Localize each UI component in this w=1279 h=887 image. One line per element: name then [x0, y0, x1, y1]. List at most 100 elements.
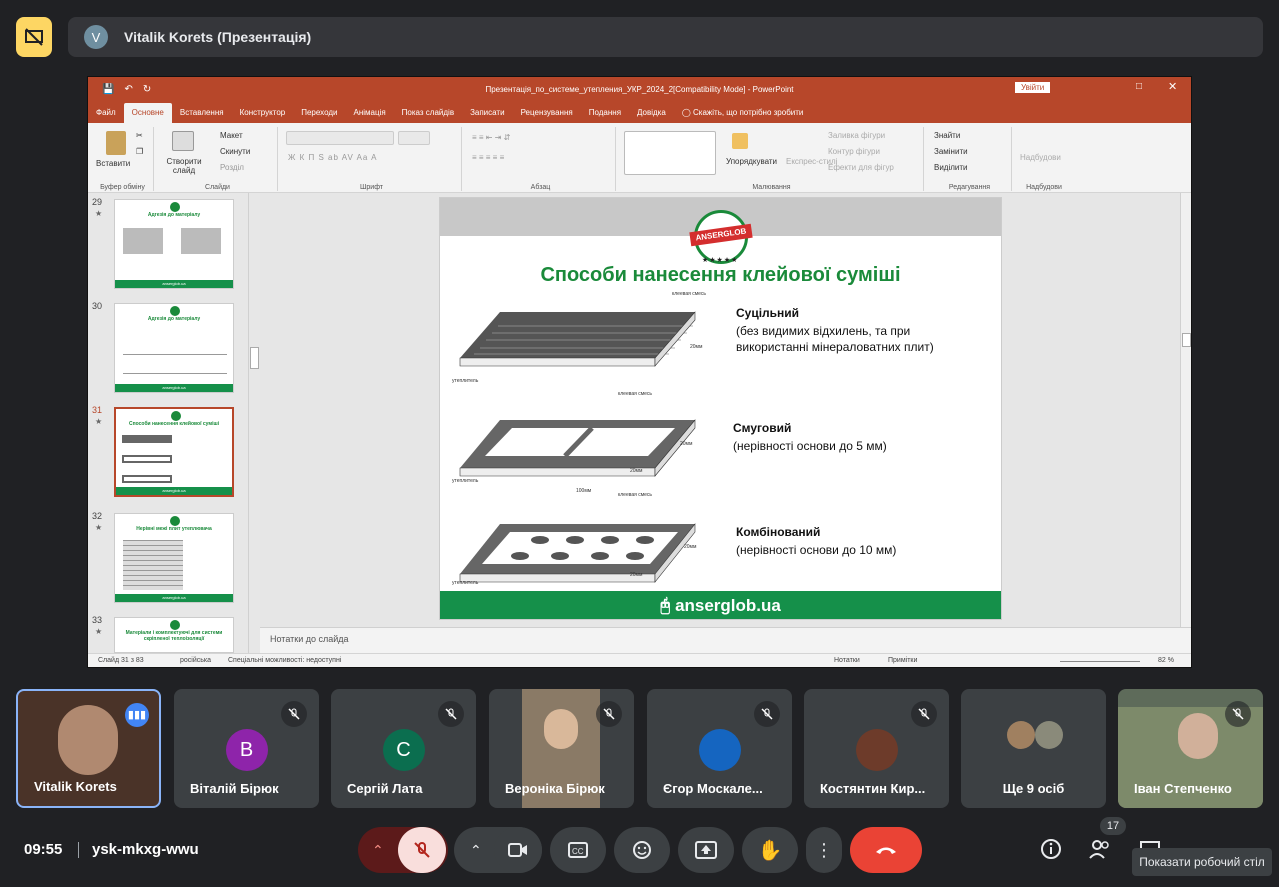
- tell-me-search[interactable]: ◯ Скажіть, що потрібно зробити: [674, 103, 812, 123]
- font-format-buttons[interactable]: Ж К П S ab AV Aa A: [288, 153, 377, 162]
- slide-thumbnail-selected[interactable]: Способи нанесення клейової суміші anserg…: [114, 407, 234, 497]
- copy-icon[interactable]: ❐: [136, 147, 143, 156]
- participant-avatar-photo: [855, 729, 898, 771]
- hand-icon: ✋: [757, 839, 783, 862]
- logo-icon: [170, 202, 180, 212]
- tab-animations[interactable]: Анімація: [345, 103, 393, 123]
- presenter-name: Vitalik Korets (Презентація): [124, 29, 312, 45]
- slides-label: Слайди: [205, 184, 230, 191]
- tab-file[interactable]: Файл: [88, 103, 124, 123]
- mic-toggle-button[interactable]: [398, 827, 446, 873]
- close-icon[interactable]: ✕: [1168, 80, 1177, 93]
- reset-button[interactable]: Скинути: [220, 147, 250, 156]
- thumb-title: Нерівні межі плит утеплювача: [136, 526, 212, 532]
- font-name-select[interactable]: [286, 131, 394, 145]
- participant-tile[interactable]: Костянтин Кир...: [804, 689, 949, 808]
- presentation-toggle-button[interactable]: [16, 17, 52, 57]
- accessibility-status[interactable]: Спеціальні можливості: недоступні: [228, 657, 341, 664]
- slide-scrollbar[interactable]: [1180, 193, 1191, 627]
- present-screen-button[interactable]: [678, 827, 734, 873]
- thumb-diagram: [122, 435, 172, 443]
- meeting-info-button[interactable]: [1040, 838, 1062, 865]
- thumb-number: 30: [92, 301, 103, 311]
- slide-thumbnail[interactable]: Матеріали і комплектуючі для системи скр…: [114, 617, 234, 653]
- zoom-slider[interactable]: [1060, 661, 1140, 662]
- tab-design[interactable]: Конструктор: [232, 103, 294, 123]
- participant-tile[interactable]: С Сергій Лата: [331, 689, 476, 808]
- tab-transitions[interactable]: Переходи: [293, 103, 345, 123]
- layout-button[interactable]: Макет: [220, 131, 243, 140]
- scrollbar-thumb[interactable]: [1182, 333, 1191, 347]
- reactions-button[interactable]: [614, 827, 670, 873]
- slide-thumbnail[interactable]: Адгезія до матеріалу anserglob.ua: [114, 199, 234, 289]
- more-vert-icon: ⋮: [815, 839, 833, 860]
- align-icon[interactable]: ≡ ≡ ≡ ≡ ≡: [472, 153, 504, 162]
- maximize-icon[interactable]: □: [1136, 81, 1142, 92]
- thumb-diagram: [122, 455, 172, 463]
- tab-record[interactable]: Записати: [462, 103, 513, 123]
- cut-icon[interactable]: ✂: [136, 131, 143, 140]
- more-participants-tile[interactable]: Ще 9 осіб: [961, 689, 1106, 808]
- thumb-image: [123, 228, 163, 254]
- more-options-button[interactable]: ⋮: [806, 827, 842, 873]
- tab-insert[interactable]: Вставлення: [172, 103, 232, 123]
- tab-home[interactable]: Основне: [123, 103, 172, 123]
- tab-view[interactable]: Подання: [581, 103, 629, 123]
- thumb-title: Способи нанесення клейової суміші: [128, 421, 220, 427]
- shape-fill-button[interactable]: Заливка фігури: [828, 131, 885, 140]
- raise-hand-button[interactable]: ✋: [742, 827, 798, 873]
- participant-tile[interactable]: Іван Степченко: [1118, 689, 1263, 808]
- mic-off-icon: [414, 842, 430, 858]
- group-paragraph: ≡ ≡ ⇤ ⇥ ⇵ ≡ ≡ ≡ ≡ ≡ Абзац: [466, 127, 616, 191]
- participant-tile-active[interactable]: ▮▮▮ Vitalik Korets: [16, 689, 161, 808]
- chevron-up-icon: ⌃: [470, 841, 482, 858]
- zoom-level[interactable]: 82 %: [1158, 657, 1174, 664]
- tab-slideshow[interactable]: Показ слайдів: [394, 103, 462, 123]
- new-slide-icon: [172, 131, 194, 151]
- comments-toggle[interactable]: Примітки: [888, 657, 917, 664]
- bullets-icon[interactable]: ≡ ≡ ⇤ ⇥ ⇵: [472, 133, 510, 142]
- slide-thumbnail[interactable]: Нерівні межі плит утеплювача anserglob.u…: [114, 513, 234, 603]
- logo-icon: [170, 516, 180, 526]
- solid-layer: [460, 312, 695, 358]
- slide-thumbnail[interactable]: Адгезія до матеріалу anserglob.ua: [114, 303, 234, 393]
- camera-toggle-button[interactable]: [494, 827, 542, 873]
- notes-pane[interactable]: Нотатки до слайда: [260, 627, 1191, 653]
- language-status[interactable]: російська: [180, 657, 211, 664]
- mm-label: 20мм: [684, 544, 697, 550]
- insulation-label: утеплитель: [452, 378, 479, 384]
- participant-name: Vitalik Korets: [34, 779, 117, 794]
- presenter-avatar: V: [84, 25, 108, 49]
- paste-button[interactable]: Вставити: [96, 159, 130, 168]
- font-size-select[interactable]: [398, 131, 430, 145]
- thumb-title: Адгезія до матеріалу: [147, 212, 201, 218]
- shape-outline-button[interactable]: Контур фігури: [828, 147, 880, 156]
- new-slide-button[interactable]: Створити слайд: [162, 157, 206, 175]
- notes-toggle[interactable]: Нотатки: [834, 657, 860, 664]
- participant-video: [58, 705, 118, 775]
- participant-avatar-photo: [1007, 721, 1035, 749]
- select-button[interactable]: Виділити: [934, 163, 968, 172]
- shape-effects-button[interactable]: Ефекти для фігур: [828, 163, 894, 172]
- find-button[interactable]: Знайти: [934, 131, 960, 140]
- replace-button[interactable]: Замінити: [934, 147, 968, 156]
- tab-help[interactable]: Довідка: [629, 103, 674, 123]
- shapes-gallery[interactable]: [624, 131, 716, 175]
- people-button[interactable]: [1088, 838, 1112, 865]
- signin-button[interactable]: Увійти: [1015, 82, 1051, 93]
- drawing-label: Малювання: [752, 184, 791, 191]
- leave-call-button[interactable]: [850, 827, 922, 873]
- captions-button[interactable]: CC: [550, 827, 606, 873]
- participant-tile[interactable]: В Віталій Бірюк: [174, 689, 319, 808]
- tab-review[interactable]: Рецензування: [513, 103, 581, 123]
- section-button[interactable]: Розділ: [220, 163, 244, 172]
- participant-name: Вероніка Бірюк: [505, 781, 605, 796]
- participant-tile[interactable]: Єгор Москале...: [647, 689, 792, 808]
- arrange-button[interactable]: Упорядкувати: [726, 157, 777, 166]
- thumbnails-scrollbar[interactable]: [248, 193, 260, 653]
- scrollbar-thumb[interactable]: [250, 347, 259, 369]
- participant-avatar: С: [382, 729, 425, 771]
- participant-tile[interactable]: Вероніка Бірюк: [489, 689, 634, 808]
- addins-button[interactable]: Надбудови: [1020, 153, 1061, 162]
- emoji-icon: [633, 841, 651, 859]
